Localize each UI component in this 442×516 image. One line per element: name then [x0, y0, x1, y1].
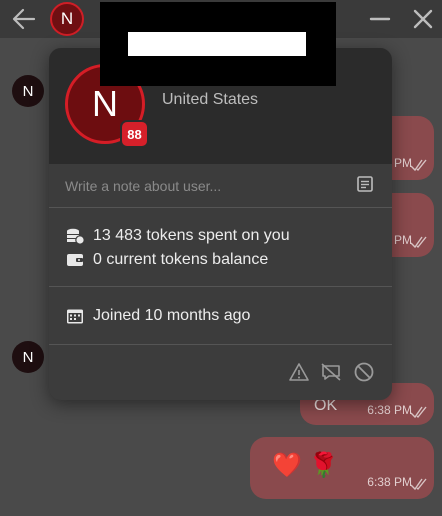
joined-row: Joined 10 months ago [65, 305, 250, 327]
message-bubble[interactable]: ❤️ 🌹 6:38 PM [250, 437, 434, 499]
minimize-button[interactable] [368, 8, 392, 30]
report-icon [289, 363, 309, 381]
joined-section: Joined 10 months ago [49, 287, 392, 345]
message-time: 6:38 PM [367, 475, 412, 489]
user-info-card: N 88 United States 13 483 tokens spent o… [49, 48, 392, 400]
chat-avatar[interactable]: N [12, 341, 44, 373]
ban-icon [354, 362, 374, 382]
redaction-bar [128, 32, 306, 56]
user-avatar-letter: N [92, 83, 118, 124]
close-button[interactable] [410, 6, 436, 32]
tokens-balance-row: 0 current tokens balance [65, 249, 268, 271]
wallet-icon [67, 254, 83, 266]
arrow-left-icon [12, 8, 36, 30]
double-check-icon [410, 406, 427, 419]
tokens-spent-text: 13 483 tokens spent on you [93, 227, 290, 244]
redacted-username [100, 2, 336, 86]
ban-button[interactable] [353, 361, 375, 383]
chat-avatar-letter: N [22, 348, 34, 366]
header-avatar[interactable]: N [50, 2, 84, 36]
tokens-balance-text: 0 current tokens balance [93, 251, 269, 268]
note-button[interactable] [356, 175, 374, 193]
token-stats: 13 483 tokens spent on you 0 current tok… [49, 208, 392, 287]
double-check-icon [410, 159, 427, 172]
message-text: ❤️ 🌹 [272, 452, 339, 479]
back-button[interactable] [10, 6, 38, 32]
block-messages-button[interactable] [320, 361, 342, 383]
header-avatar-letter: N [60, 9, 74, 28]
calendar-icon [67, 309, 83, 324]
block-messages-icon [321, 363, 341, 381]
level-value: 88 [127, 126, 142, 142]
chat-avatar-letter: N [22, 82, 34, 100]
double-check-icon [410, 478, 427, 491]
report-button[interactable] [288, 361, 310, 383]
note-icon [357, 176, 373, 192]
user-country: United States [162, 91, 259, 108]
user-note-input[interactable] [63, 174, 337, 198]
card-actions [49, 345, 392, 400]
tokens-spent-row: 13 483 tokens spent on you [65, 225, 290, 247]
minimize-icon [369, 17, 391, 21]
note-row [49, 164, 392, 208]
level-badge: 88 [120, 120, 149, 148]
message-time: 6:38 PM [367, 403, 412, 417]
coins-icon [67, 228, 85, 245]
double-check-icon [410, 236, 427, 249]
joined-text: Joined 10 months ago [93, 307, 251, 324]
chat-avatar[interactable]: N [12, 75, 44, 107]
close-icon [413, 9, 433, 29]
